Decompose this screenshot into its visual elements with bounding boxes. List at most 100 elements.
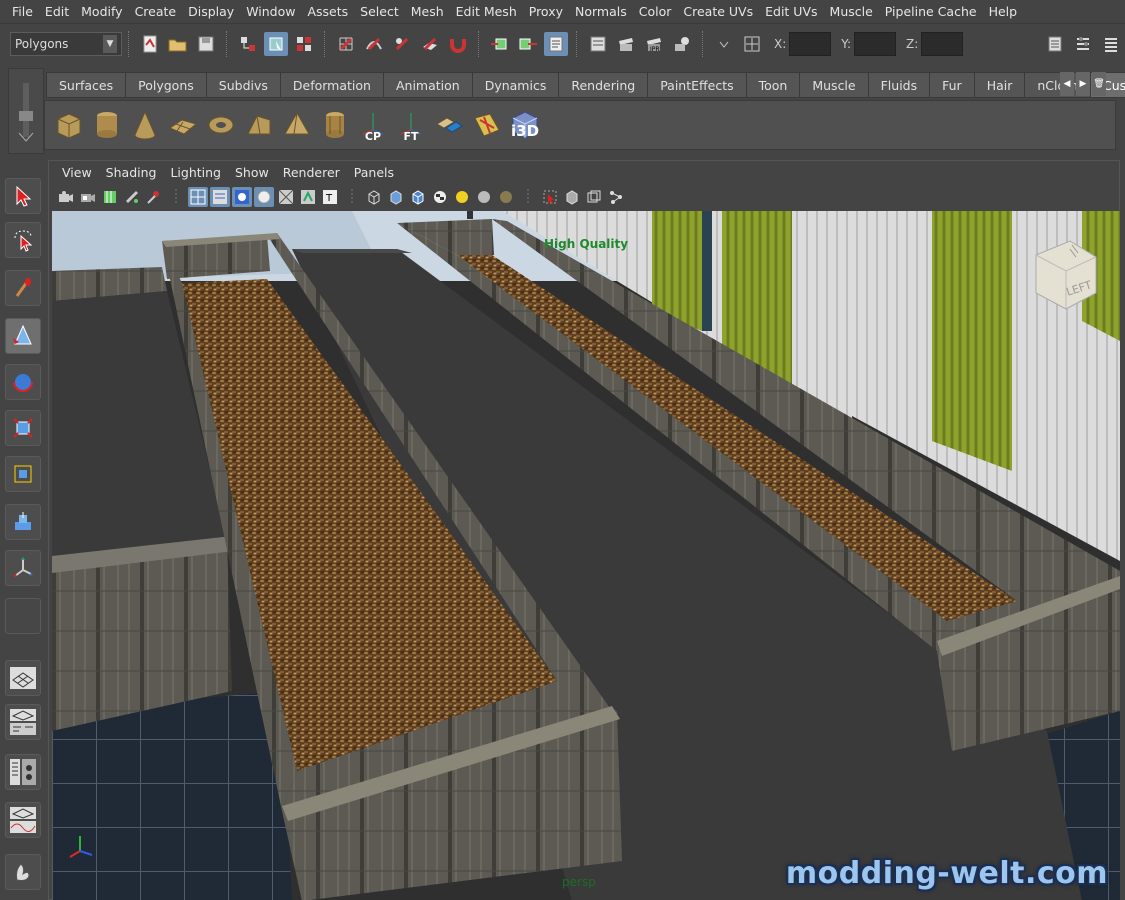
ipr-render-icon[interactable]: IPR [642, 32, 666, 56]
snap-point-icon[interactable] [390, 32, 414, 56]
z-input[interactable] [921, 32, 964, 56]
show-manipulator-icon[interactable] [5, 550, 41, 586]
ambient-occlusion-icon[interactable] [496, 187, 516, 207]
shadows-icon[interactable] [474, 187, 494, 207]
menu-edit[interactable]: Edit [39, 4, 75, 19]
menu-pipeline-cache[interactable]: Pipeline Cache [879, 4, 983, 19]
tab-fluids[interactable]: Fluids [867, 72, 931, 98]
texture-checker-icon[interactable] [430, 187, 450, 207]
image-plane-icon[interactable] [122, 187, 142, 207]
two-d-pan-zoom-icon[interactable] [144, 187, 164, 207]
poly-plane-icon[interactable] [165, 105, 201, 145]
menu-create-uvs[interactable]: Create UVs [677, 4, 759, 19]
menu-muscle[interactable]: Muscle [824, 4, 879, 19]
perspective-viewport[interactable]: High Quality persp LEFT modding-welt.com [52, 211, 1120, 900]
menu-color[interactable]: Color [633, 4, 678, 19]
single-perspective-layout-icon[interactable] [5, 660, 41, 696]
move-tool-icon[interactable] [5, 318, 41, 354]
y-input[interactable] [854, 32, 897, 56]
snap-curve-icon[interactable] [362, 32, 386, 56]
textured-icon[interactable] [276, 187, 296, 207]
render-view-icon[interactable] [586, 32, 610, 56]
render-frame-icon[interactable] [614, 32, 638, 56]
select-tool-icon[interactable] [5, 178, 41, 214]
menu-window[interactable]: Window [240, 4, 301, 19]
freeze-transform-icon[interactable]: FT [393, 105, 429, 145]
tab-polygons[interactable]: Polygons [125, 72, 207, 98]
x-ray-icon[interactable] [562, 187, 582, 207]
render-settings-icon[interactable] [670, 32, 694, 56]
menu-modify[interactable]: Modify [75, 4, 128, 19]
panel-menu-lighting[interactable]: Lighting [163, 165, 228, 180]
universal-manipulator-icon[interactable] [5, 456, 41, 492]
chevron-down-icon[interactable] [712, 32, 736, 56]
select-camera-icon[interactable] [56, 187, 76, 207]
channel-box-icon[interactable] [1099, 32, 1123, 56]
menu-file[interactable]: File [6, 4, 39, 19]
scroll-right-icon[interactable]: ▶ [1076, 72, 1090, 96]
snap-grid-icon[interactable] [334, 32, 358, 56]
menu-normals[interactable]: Normals [569, 4, 633, 19]
isolate-select-icon[interactable] [540, 187, 560, 207]
select-component-icon[interactable] [292, 32, 316, 56]
output-connections-icon[interactable] [516, 32, 540, 56]
persp-outliner-layout-icon[interactable] [5, 704, 41, 740]
menu-mesh[interactable]: Mesh [405, 4, 450, 19]
transform-mode-icon[interactable] [740, 32, 764, 56]
tab-rendering[interactable]: Rendering [558, 72, 649, 98]
snap-live-icon[interactable] [446, 32, 470, 56]
last-tool-slot[interactable] [5, 598, 41, 634]
persp-graph-layout-icon[interactable] [5, 802, 41, 838]
wireframe-cube-icon[interactable] [364, 187, 384, 207]
i3d-export-icon[interactable]: i3D [507, 105, 543, 145]
panel-menu-view[interactable]: View [55, 165, 99, 180]
menu-display[interactable]: Display [182, 4, 240, 19]
open-scene-icon[interactable] [166, 32, 190, 56]
combine-mesh-icon[interactable] [431, 105, 467, 145]
x-ray-joints-icon[interactable] [584, 187, 604, 207]
panel-menu-show[interactable]: Show [228, 165, 276, 180]
poly-cube-icon[interactable] [51, 105, 87, 145]
poly-cone-icon[interactable] [127, 105, 163, 145]
tab-deformation[interactable]: Deformation [279, 72, 384, 98]
construction-history-icon[interactable] [544, 32, 568, 56]
menu-help[interactable]: Help [983, 4, 1024, 19]
camera-attributes-icon[interactable] [78, 187, 98, 207]
tab-fur[interactable]: Fur [929, 72, 975, 98]
shelf-handle[interactable] [8, 68, 44, 154]
select-object-icon[interactable] [264, 32, 288, 56]
paint-select-icon[interactable] [5, 270, 41, 306]
smooth-shade-all-icon[interactable] [210, 187, 230, 207]
tab-muscle[interactable]: Muscle [799, 72, 869, 98]
save-scene-icon[interactable] [194, 32, 218, 56]
soft-modify-icon[interactable] [5, 504, 41, 540]
poly-torus-icon[interactable] [203, 105, 239, 145]
smooth-cube-icon[interactable] [386, 187, 406, 207]
select-hierarchy-icon[interactable] [236, 32, 260, 56]
center-pivot-icon[interactable]: CP [355, 105, 391, 145]
xray-components-icon[interactable] [606, 187, 626, 207]
tab-subdivs[interactable]: Subdivs [205, 72, 281, 98]
tab-painteffects[interactable]: PaintEffects [647, 72, 747, 98]
lasso-tool-icon[interactable] [5, 222, 41, 258]
rotate-tool-icon[interactable] [5, 364, 41, 400]
menu-edit-uvs[interactable]: Edit UVs [759, 4, 823, 19]
input-connections-icon[interactable] [488, 32, 512, 56]
tab-hair[interactable]: Hair [973, 72, 1026, 98]
poly-pipe-icon[interactable] [317, 105, 353, 145]
shaded-cube-icon[interactable] [408, 187, 428, 207]
tab-animation[interactable]: Animation [382, 72, 473, 98]
snap-plane-icon[interactable] [418, 32, 442, 56]
script-editor-icon[interactable] [5, 854, 41, 890]
tab-surfaces[interactable]: Surfaces [46, 72, 127, 98]
scroll-left-icon[interactable]: ◀ [1060, 72, 1074, 96]
scale-tool-icon[interactable] [5, 410, 41, 446]
new-scene-icon[interactable] [138, 32, 162, 56]
lights-icon[interactable] [452, 187, 472, 207]
attribute-editor-icon[interactable] [1043, 32, 1067, 56]
outliner-persp-layout-icon[interactable] [5, 754, 41, 790]
menu-proxy[interactable]: Proxy [523, 4, 569, 19]
bookmarks-icon[interactable] [100, 187, 120, 207]
tab-dynamics[interactable]: Dynamics [471, 72, 560, 98]
poly-prism-icon[interactable] [241, 105, 277, 145]
